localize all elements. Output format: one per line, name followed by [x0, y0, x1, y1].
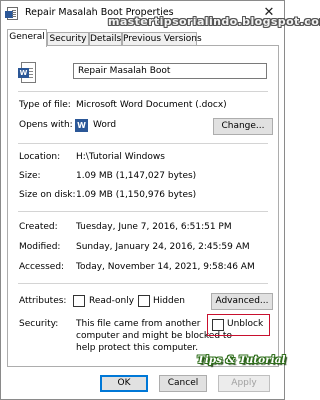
created-value: Tuesday, June 7, 2016, 6:51:51 PM [76, 222, 232, 232]
opens-with-value: Word [93, 120, 117, 130]
size-on-disk-label: Size on disk: [19, 190, 76, 200]
opens-with-label: Opens with: [19, 120, 73, 130]
tab-general[interactable]: General [7, 29, 47, 47]
cancel-button[interactable]: Cancel [159, 375, 207, 392]
security-message-line3: help protect this computer. [76, 343, 199, 353]
divider [18, 283, 268, 284]
unblock-checkbox[interactable] [212, 319, 224, 331]
apply-button[interactable]: Apply [218, 375, 270, 392]
hidden-checkbox[interactable] [138, 295, 150, 307]
advanced-button[interactable]: Advanced... [211, 293, 273, 310]
word-document-icon: W [18, 62, 37, 84]
accessed-label: Accessed: [19, 262, 65, 272]
divider [18, 91, 268, 92]
modified-value: Sunday, January 24, 2016, 2:45:59 AM [76, 242, 250, 252]
type-value: Microsoft Word Document (.docx) [76, 100, 227, 110]
word-app-icon: W [75, 119, 88, 132]
divider [18, 211, 268, 212]
size-on-disk-value: 1.09 MB (1,150,976 bytes) [76, 190, 197, 200]
readonly-label: Read-only [89, 296, 135, 306]
change-button[interactable]: Change... [213, 118, 273, 135]
tab-details[interactable]: Details [89, 32, 122, 46]
readonly-checkbox[interactable] [73, 295, 85, 307]
created-label: Created: [19, 222, 58, 232]
accessed-value: Today, November 14, 2021, 9:58:46 AM [76, 262, 255, 272]
security-message-line1: This file came from another [76, 319, 201, 329]
word-document-icon [5, 7, 18, 20]
file-name-input[interactable]: Repair Masalah Boot [73, 63, 267, 79]
properties-dialog: Repair Masalah Boot Properties ✕ mastert… [0, 0, 320, 400]
hidden-label: Hidden [153, 296, 185, 306]
type-label: Type of file: [19, 100, 71, 110]
security-label: Security: [19, 319, 59, 329]
divider [18, 143, 268, 144]
location-value: H:\Tutorial Windows [76, 152, 165, 162]
tab-security[interactable]: Security [47, 32, 89, 46]
location-label: Location: [19, 152, 61, 162]
ok-button[interactable]: OK [100, 375, 148, 392]
watermark: mastertipsorialindo.blogspot.com [108, 15, 320, 28]
modified-label: Modified: [19, 242, 61, 252]
attributes-label: Attributes: [19, 296, 67, 306]
tips-tutorial-logo: Tips & Tutorial [197, 354, 286, 366]
size-value: 1.09 MB (1,147,027 bytes) [76, 171, 197, 181]
size-label: Size: [19, 171, 41, 181]
unblock-label: Unblock [227, 319, 264, 329]
tab-previous-versions[interactable]: Previous Versions [122, 32, 202, 46]
